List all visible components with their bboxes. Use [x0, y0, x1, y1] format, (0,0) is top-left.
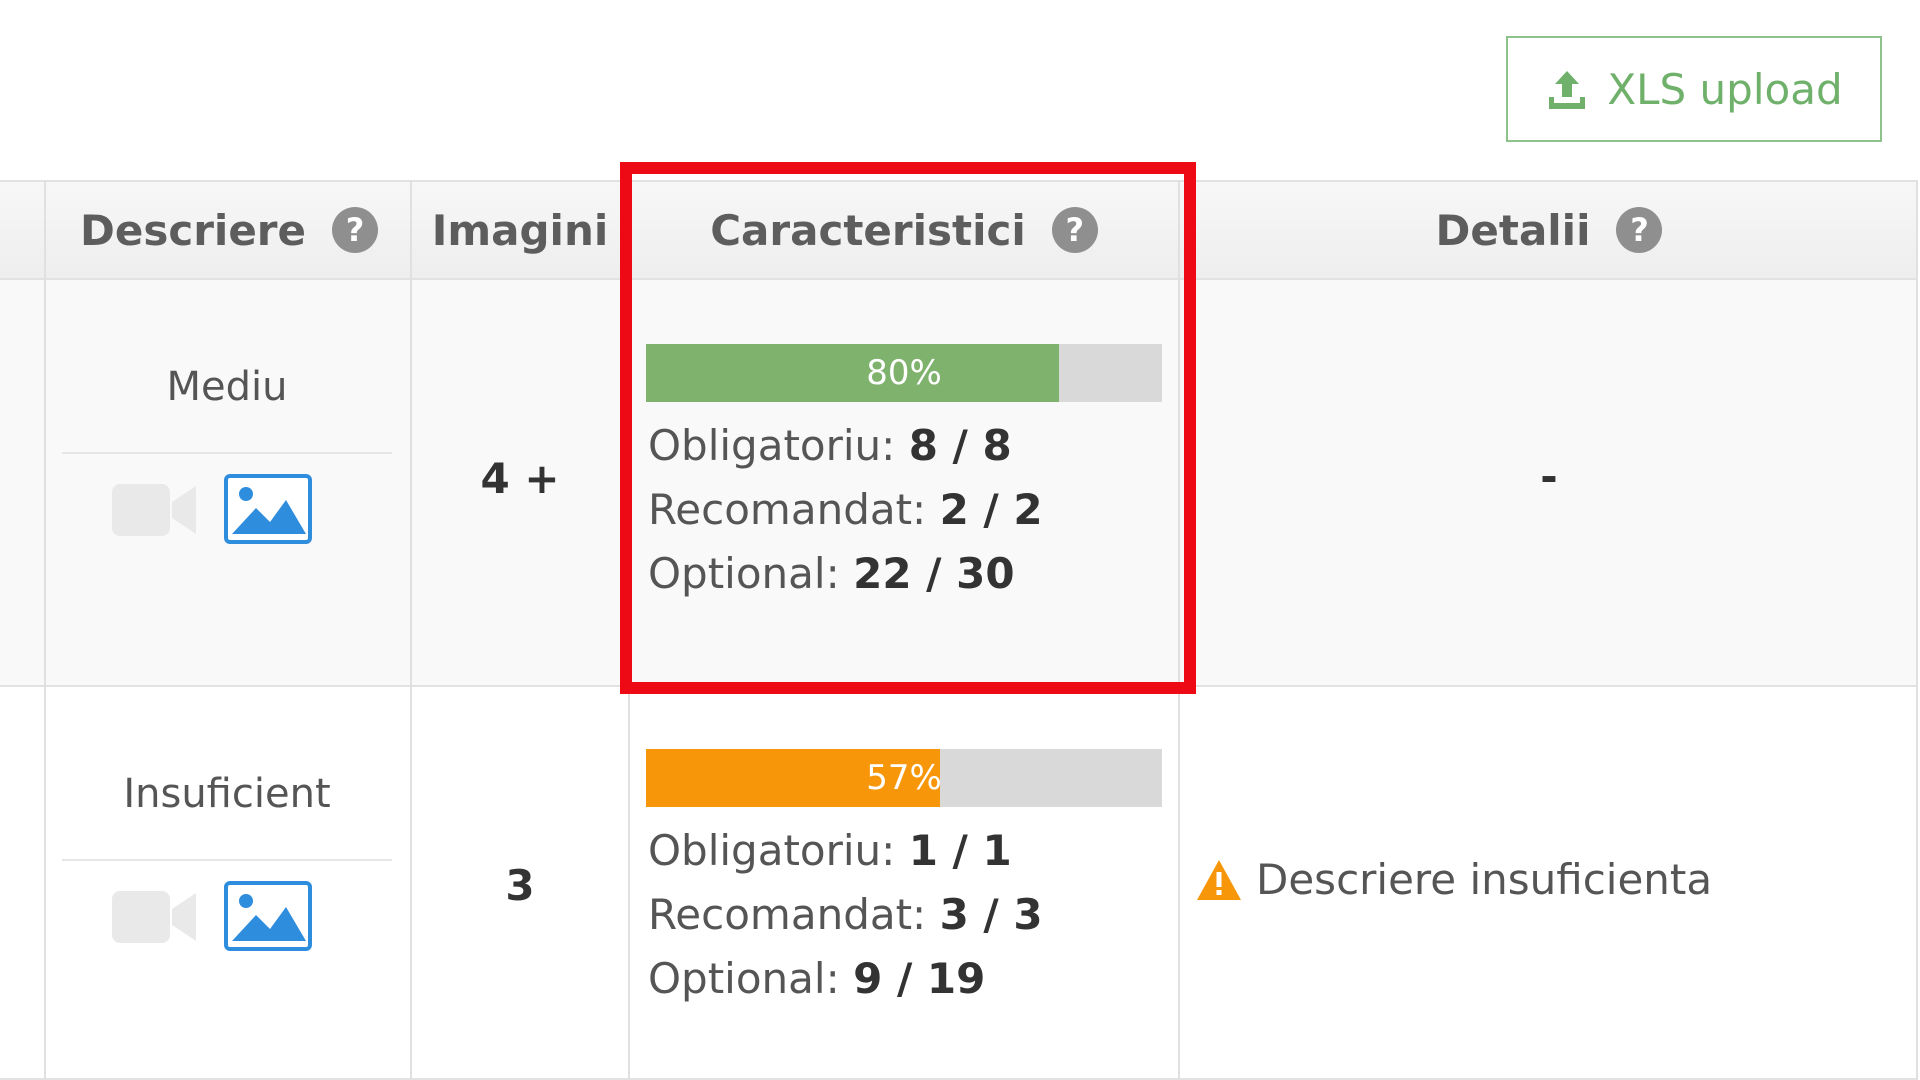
stat-label: Optional: [648, 954, 840, 1003]
stat-obligatoriu: Obligatoriu: 1 / 1 [648, 819, 1043, 883]
stat-label: Obligatoriu: [648, 826, 896, 875]
header-detalii-label: Detalii [1435, 205, 1591, 255]
column-divider [1916, 180, 1918, 1080]
characteristics-stats: Obligatoriu: 1 / 1 Recomandat: 3 / 3 Opt… [648, 819, 1043, 1011]
stat-value: 3 / 3 [939, 890, 1043, 939]
table-row: Insuficient 3 57% Obligatoriu: 1 / 1 Rec… [0, 687, 1918, 1080]
header-descriere-label: Descriere [79, 205, 307, 255]
details-value: - [1540, 452, 1558, 501]
table-header: Descriere ? Imagini Caracteristici ? Det… [0, 180, 1918, 280]
header-descriere: Descriere ? [46, 182, 412, 278]
header-caracteristici: Caracteristici ? [628, 182, 1180, 278]
header-imagini: Imagini [412, 182, 628, 278]
progress-percent: 80% [866, 353, 942, 393]
image-icon[interactable] [224, 881, 312, 951]
stat-label: Obligatoriu: [648, 421, 896, 470]
completeness-progress-bar: 57% [646, 749, 1162, 807]
image-count: 3 [505, 861, 535, 910]
progress-percent: 57% [866, 758, 942, 798]
header-caracteristici-label: Caracteristici [710, 205, 1026, 255]
description-quality: Mediu [166, 364, 288, 410]
stat-recomandat: Recomandat: 2 / 2 [648, 478, 1043, 542]
products-table: Descriere ? Imagini Caracteristici ? Det… [0, 180, 1920, 1080]
help-icon[interactable]: ? [1051, 207, 1098, 253]
warning-text: Descriere insuficienta [1256, 855, 1713, 904]
stat-recomandat: Recomandat: 3 / 3 [648, 883, 1043, 947]
xls-upload-button[interactable]: XLS upload [1506, 36, 1882, 142]
stat-optional: Optional: 9 / 19 [648, 947, 1043, 1011]
help-icon[interactable]: ? [1616, 207, 1663, 253]
header-imagini-label: Imagini [431, 205, 609, 255]
column-divider [628, 180, 630, 1080]
stat-label: Recomandat: [648, 485, 927, 534]
upload-icon [1549, 71, 1586, 109]
column-divider [410, 180, 412, 1080]
stat-value: 8 / 8 [908, 421, 1012, 470]
image-icon[interactable] [224, 474, 312, 544]
stat-value: 9 / 19 [853, 954, 986, 1003]
warning-icon [1197, 859, 1241, 900]
completeness-progress-bar: 80% [646, 344, 1162, 402]
stat-label: Recomandat: [648, 890, 927, 939]
column-divider [44, 180, 46, 1080]
table-row: Mediu 4 + 80% Obligatoriu: 8 / 8 Recoman… [0, 280, 1918, 687]
xls-upload-label: XLS upload [1607, 64, 1843, 114]
column-divider [1178, 180, 1180, 1080]
stat-value: 2 / 2 [939, 485, 1043, 534]
characteristics-stats: Obligatoriu: 8 / 8 Recomandat: 2 / 2 Opt… [648, 414, 1043, 606]
header-detalii: Detalii ? [1180, 182, 1918, 278]
stat-label: Optional: [648, 549, 840, 598]
stat-value: 1 / 1 [908, 826, 1012, 875]
stat-value: 22 / 30 [853, 549, 1015, 598]
description-quality: Insuficient [123, 771, 331, 817]
image-count: 4 + [480, 454, 560, 503]
stat-obligatoriu: Obligatoriu: 8 / 8 [648, 414, 1043, 478]
divider [62, 859, 392, 861]
divider [62, 452, 392, 454]
video-icon[interactable] [112, 480, 196, 540]
help-icon[interactable]: ? [332, 207, 379, 253]
details-warning: Descriere insuficienta [1196, 855, 1712, 904]
video-icon[interactable] [112, 887, 196, 947]
stat-optional: Optional: 22 / 30 [648, 542, 1043, 606]
